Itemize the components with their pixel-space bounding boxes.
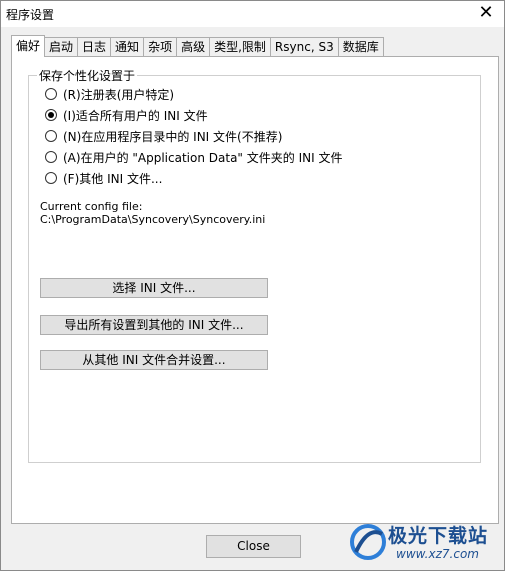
settings-window: 程序设置 ✕ 偏好 启动 日志 通知 杂项 高级 类型,限制 Rsync, S3… (0, 0, 505, 571)
logo-icon (350, 524, 386, 560)
tab-panel: 保存个性化设置于 (R)注册表(用户特定) (I)适合所有用户的 INI 文件 … (11, 56, 499, 524)
tab-rsync-s3[interactable]: Rsync, S3 (269, 37, 339, 57)
merge-settings-button[interactable]: 从其他 INI 文件合并设置... (40, 350, 268, 370)
watermark-text: 极光下载站 (388, 525, 489, 547)
window-title: 程序设置 (6, 8, 55, 22)
radio-other-ini[interactable]: (F)其他 INI 文件... (45, 169, 162, 187)
tab-advanced[interactable]: 高级 (176, 37, 211, 57)
close-icon[interactable]: ✕ (476, 3, 496, 23)
radio-label: (I)适合所有用户的 INI 文件 (63, 108, 208, 123)
radio-label: (F)其他 INI 文件... (63, 171, 163, 186)
choose-ini-button[interactable]: 选择 INI 文件... (40, 278, 268, 298)
tab-notifications[interactable]: 通知 (110, 37, 145, 57)
tab-startup[interactable]: 启动 (44, 37, 79, 57)
close-button[interactable]: Close (206, 535, 301, 558)
config-file-path: C:\ProgramData\Syncovery\Syncovery.ini (40, 213, 266, 226)
radio-ini-app-dir[interactable]: (N)在应用程序目录中的 INI 文件(不推荐) (45, 127, 282, 145)
config-file-label: Current config file: (40, 200, 143, 213)
export-settings-button[interactable]: 导出所有设置到其他的 INI 文件... (40, 315, 268, 335)
tab-types-limits[interactable]: 类型,限制 (209, 37, 271, 57)
radio-button-selected[interactable] (45, 109, 57, 121)
group-title: 保存个性化设置于 (37, 67, 138, 84)
watermark-logo: 极光下载站 www.xz7.com (346, 517, 496, 569)
radio-button[interactable] (45, 130, 57, 142)
radio-label: (N)在应用程序目录中的 INI 文件(不推荐) (63, 129, 283, 144)
radio-button[interactable] (45, 88, 57, 100)
watermark-url: www.xz7.com (396, 547, 479, 561)
title-bar: 程序设置 ✕ (1, 1, 504, 27)
radio-ini-all-users[interactable]: (I)适合所有用户的 INI 文件 (45, 106, 208, 124)
radio-button[interactable] (45, 172, 57, 184)
radio-button[interactable] (45, 151, 57, 163)
radio-label: (A)在用户的 "Application Data" 文件夹的 INI 文件 (63, 150, 343, 165)
tab-strip: 偏好 启动 日志 通知 杂项 高级 类型,限制 Rsync, S3 数据库 (11, 35, 384, 57)
tab-preferences[interactable]: 偏好 (11, 35, 46, 57)
radio-label: (R)注册表(用户特定) (63, 87, 175, 102)
tab-log[interactable]: 日志 (77, 37, 112, 57)
tab-misc[interactable]: 杂项 (143, 37, 178, 57)
radio-registry[interactable]: (R)注册表(用户特定) (45, 85, 174, 103)
radio-ini-app-data[interactable]: (A)在用户的 "Application Data" 文件夹的 INI 文件 (45, 148, 342, 166)
tab-database[interactable]: 数据库 (337, 37, 384, 57)
